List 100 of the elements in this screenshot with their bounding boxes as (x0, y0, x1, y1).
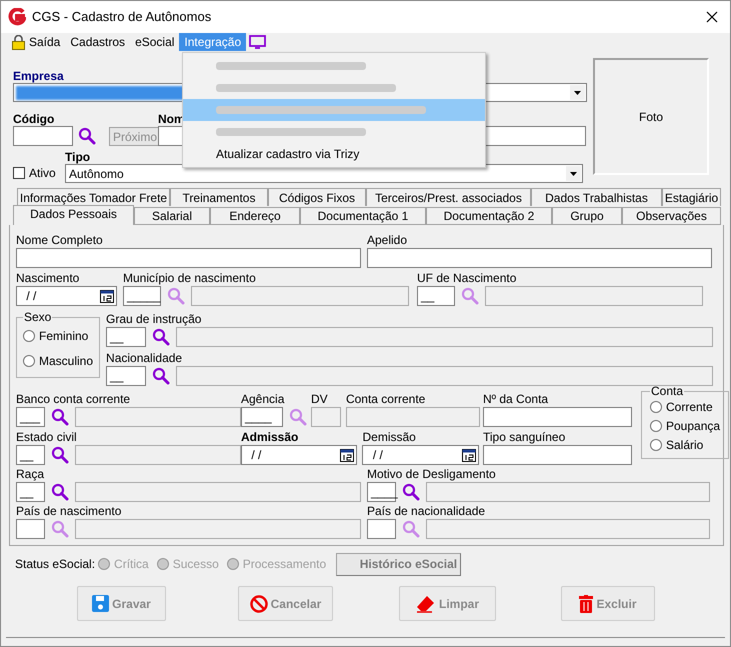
field-label: Nº da Conta (482, 391, 548, 407)
radio-button[interactable] (650, 420, 662, 432)
code-field[interactable]: __ (417, 286, 455, 306)
calendar-icon[interactable] (462, 448, 476, 462)
code-field[interactable]: __ (16, 445, 45, 465)
menu-entry[interactable]: Atualizar cadastro via Trizy (183, 143, 485, 165)
date-field[interactable]: / / (241, 445, 357, 465)
description-field[interactable] (176, 366, 714, 386)
radio-label: Masculino (39, 352, 94, 370)
description-field[interactable] (75, 445, 241, 465)
group-label: Sexo (23, 311, 52, 323)
search-icon[interactable] (51, 446, 69, 464)
status-label: Status eSocial: (15, 556, 96, 573)
description-field[interactable] (426, 519, 710, 539)
description-field[interactable] (75, 519, 361, 539)
search-icon[interactable] (152, 367, 170, 385)
code-field[interactable]: __ (106, 366, 146, 386)
code-field[interactable]: ____ (241, 407, 283, 427)
close-icon[interactable] (706, 11, 718, 23)
calendar-icon[interactable] (100, 290, 114, 302)
text-field[interactable] (367, 248, 712, 268)
search-icon[interactable] (51, 408, 69, 426)
code-field[interactable] (13, 126, 73, 146)
window-title: CGS - Cadastro de Autônomos (32, 8, 212, 26)
tab[interactable]: Grupo (552, 207, 622, 225)
field-label: Estado civil (16, 429, 77, 445)
text-field[interactable] (310, 407, 341, 427)
radio-button[interactable] (23, 354, 35, 366)
field-label: Nascimento (16, 270, 80, 286)
code-field[interactable] (16, 519, 45, 539)
radio-button[interactable] (650, 438, 662, 450)
menu-item[interactable]: eSocial (130, 33, 180, 51)
radio-button[interactable] (23, 330, 35, 342)
code-field[interactable]: ___ (16, 407, 45, 427)
field-label: Admissão (241, 429, 298, 445)
description-field[interactable] (75, 482, 361, 502)
radio-button[interactable] (650, 400, 662, 412)
description-field[interactable] (485, 286, 703, 306)
prohibited-icon (250, 594, 268, 612)
tab[interactable]: Estagiário (662, 188, 721, 206)
text-field[interactable] (346, 407, 480, 427)
tab[interactable]: Informações Tomador Frete (17, 188, 170, 206)
text-field[interactable] (483, 445, 632, 465)
tab[interactable]: Terceiros/Prest. associados (366, 188, 531, 206)
monitor-icon[interactable] (249, 35, 266, 49)
field-label: Tipo sanguíneo (483, 429, 566, 445)
description-field[interactable] (426, 482, 710, 502)
field-label: Código (13, 112, 54, 126)
tab[interactable]: Dados Trabalhistas (531, 188, 662, 206)
date-field[interactable]: / / (362, 445, 480, 465)
tab[interactable]: Salarial (134, 207, 210, 225)
field-label: Apelido (367, 232, 408, 248)
description-field[interactable] (191, 286, 409, 306)
field-label: Demissão (362, 429, 416, 445)
field-label: País de nacionalidade (367, 503, 486, 519)
radio-label: Crítica (114, 556, 149, 573)
code-field[interactable]: _____ (123, 286, 161, 306)
radio-label: Poupança (666, 418, 720, 434)
menu-item[interactable]: Saída (7, 33, 66, 51)
code-field[interactable]: __ (16, 482, 45, 502)
text-field[interactable] (16, 248, 361, 268)
field-label: Município de nascimento (123, 270, 256, 286)
field-label: Raça (16, 466, 44, 482)
photo-label: Foto (638, 108, 663, 126)
tab[interactable]: Endereço (210, 207, 300, 225)
description-field[interactable] (176, 327, 714, 347)
field-label: Nome Completo (16, 232, 103, 248)
calendar-icon[interactable] (340, 448, 354, 462)
date-field[interactable]: / / (16, 286, 117, 306)
search-icon[interactable] (402, 483, 420, 501)
checkbox[interactable] (13, 167, 25, 179)
description-field[interactable] (75, 407, 241, 427)
code-field[interactable] (367, 519, 396, 539)
field-label: Empresa (13, 69, 64, 83)
search-icon[interactable] (152, 328, 170, 346)
radio-label: Corrente (666, 398, 713, 416)
code-field[interactable]: ____ (367, 482, 396, 502)
app-logo-icon (8, 8, 26, 26)
field-label: Tipo (65, 150, 90, 164)
radio-label: Salário (666, 436, 704, 454)
field-label: País de nascimento (16, 503, 122, 519)
radio-label: Feminino (39, 328, 88, 344)
tab[interactable]: Observações (622, 207, 721, 225)
code-field[interactable]: __ (106, 327, 146, 347)
radio-label: Processamento (242, 556, 326, 573)
group-label: Conta (650, 385, 684, 397)
tab[interactable]: Documentação 1 (300, 207, 426, 225)
tab[interactable]: Dados Pessoais (13, 205, 134, 225)
history-button[interactable]: Histórico eSocial (336, 552, 462, 576)
menu-item[interactable]: Cadastros (65, 33, 130, 51)
field-label: Conta corrente (346, 391, 426, 407)
search-icon[interactable] (78, 127, 96, 145)
tab[interactable]: Documentação 2 (426, 207, 552, 225)
search-icon[interactable] (51, 483, 69, 501)
tab[interactable]: Códigos Fixos (268, 188, 366, 206)
tab[interactable]: Treinamentos (170, 188, 268, 206)
field-label: Grau de instrução (106, 311, 202, 327)
trash-icon (579, 594, 594, 612)
field-label: UF de Nascimento (417, 270, 516, 286)
text-field[interactable] (482, 407, 632, 427)
